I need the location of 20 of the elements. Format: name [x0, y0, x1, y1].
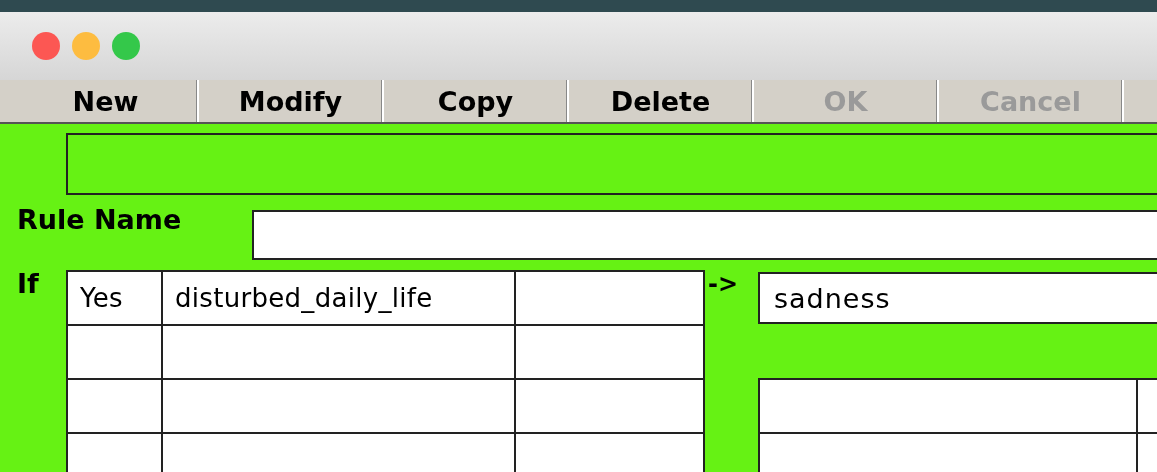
if-label: If — [17, 268, 39, 299]
conclusion-field[interactable]: sadness — [758, 272, 1157, 324]
table-cell[interactable] — [516, 432, 705, 472]
rule-name-field[interactable] — [252, 210, 1157, 260]
table-cell[interactable] — [68, 432, 163, 472]
table-cell[interactable] — [760, 432, 1138, 472]
table-cell[interactable] — [516, 270, 705, 324]
rule-name-label: Rule Name — [17, 204, 182, 235]
table-cell[interactable]: Yes — [68, 270, 163, 324]
table-cell[interactable] — [760, 378, 1138, 432]
table-cell[interactable] — [516, 378, 705, 432]
table-cell[interactable] — [163, 432, 516, 472]
arrow-label: -> — [708, 270, 739, 298]
table-cell[interactable] — [68, 378, 163, 432]
table-cell[interactable]: disturbed_daily_life — [163, 270, 516, 324]
table-cell[interactable] — [516, 324, 705, 378]
close-button[interactable] — [32, 32, 60, 60]
table-cell[interactable] — [163, 378, 516, 432]
table-cell[interactable] — [163, 324, 516, 378]
table-cell[interactable] — [68, 324, 163, 378]
